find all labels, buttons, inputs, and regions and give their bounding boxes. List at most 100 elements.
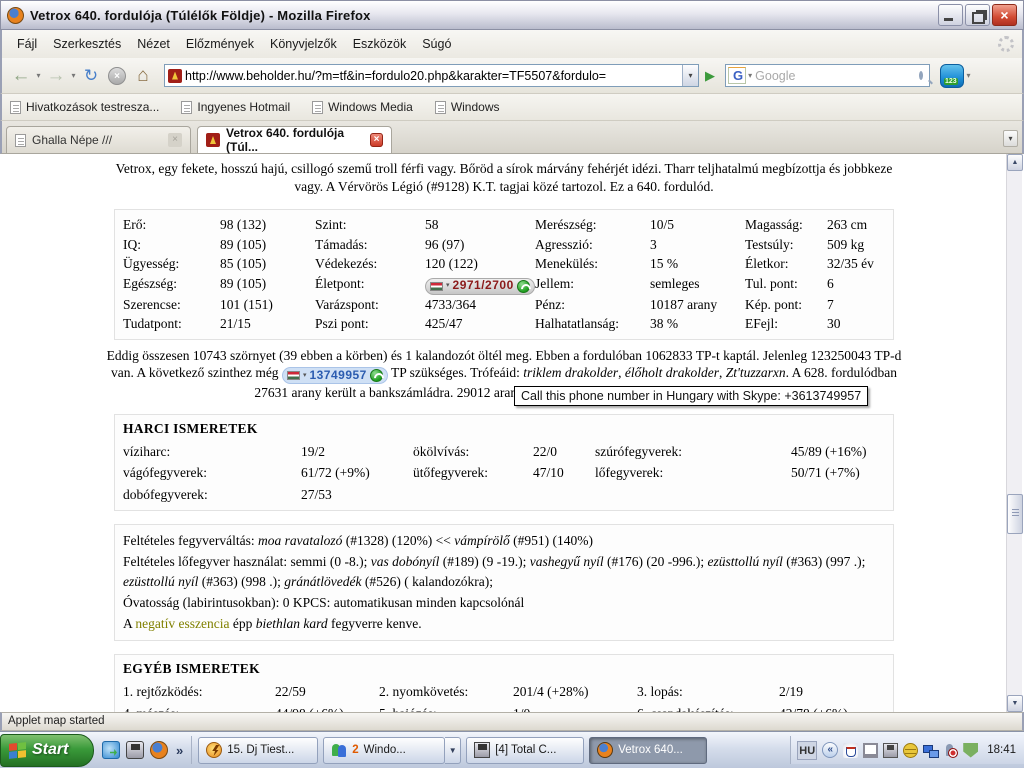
stat-value: 89 (105) <box>220 235 315 255</box>
menu-history[interactable]: Előzmények <box>179 34 261 54</box>
scroll-down-button[interactable]: ▼ <box>1007 695 1023 712</box>
minimize-button[interactable] <box>938 4 963 26</box>
menu-edit[interactable]: Szerkesztés <box>46 34 128 54</box>
status-bar: Applet map started <box>0 712 1024 731</box>
stat-label: Magasság: <box>745 215 827 235</box>
stat-value: 38 % <box>650 314 745 334</box>
skype-tooltip: Call this phone number in Hungary with S… <box>514 386 868 406</box>
home-button[interactable]: ⌂ <box>130 64 156 88</box>
menu-view[interactable]: Nézet <box>130 34 177 54</box>
task-messenger-group[interactable]: 2 Windo... <box>323 737 445 764</box>
menu-bookmarks[interactable]: Könyvjelzők <box>263 34 344 54</box>
stat-value: 120 (122) <box>425 254 535 274</box>
shield-tray-icon[interactable] <box>963 743 978 758</box>
quick-launch-overflow-icon[interactable]: » <box>174 743 185 758</box>
forward-button[interactable]: → <box>43 64 69 88</box>
globe-tray-icon[interactable] <box>903 743 918 758</box>
stat-value: 21/15 <box>220 314 315 334</box>
stats-table: Erő:98 (132) Szint:58 Merészség:10/5 Mag… <box>123 215 885 334</box>
skype-number-widget[interactable]: ▾13749957 <box>282 367 388 384</box>
skype-extension-icon[interactable] <box>940 64 964 88</box>
disk-app-icon[interactable] <box>126 741 144 759</box>
tab-vetrox-active[interactable]: Vetrox 640. fordulója (Túl... × <box>197 126 392 153</box>
tab-close-icon[interactable]: × <box>370 133 383 147</box>
task-buttons: 15. Dj Tiest... 2 Windo... ▼ [4] Total C… <box>192 737 790 764</box>
stat-label: Jellem: <box>535 274 650 295</box>
skype-call-icon[interactable] <box>370 369 383 382</box>
skill-value: 47/10 <box>533 462 595 484</box>
task-group-dropdown[interactable]: ▼ <box>445 737 461 764</box>
task-firefox-active[interactable]: Vetrox 640... <box>589 737 707 764</box>
url-input[interactable] <box>182 69 682 83</box>
window-tray-icon[interactable] <box>863 743 878 758</box>
stat-label: Pénz: <box>535 295 650 315</box>
go-button[interactable]: ▶ <box>705 68 715 84</box>
menu-file[interactable]: Fájl <box>10 34 44 54</box>
title-bar: Vetrox 640. fordulója (Túlélők Földje) -… <box>0 0 1024 30</box>
back-history-dropdown[interactable]: ▾ <box>34 71 43 80</box>
close-button[interactable]: × <box>992 4 1017 26</box>
task-total-commander[interactable]: [4] Total C... <box>466 737 584 764</box>
internet-explorer-icon[interactable] <box>102 741 120 759</box>
menu-tools[interactable]: Eszközök <box>346 34 414 54</box>
tray-collapse-icon[interactable]: « <box>822 742 838 758</box>
start-button[interactable]: Start <box>0 734 94 767</box>
skill-label: 4. mászás: <box>123 703 275 713</box>
back-button[interactable]: ← <box>8 64 34 88</box>
search-box: G ▾ <box>725 64 930 87</box>
vertical-scrollbar[interactable]: ▲ ▼ <box>1006 154 1022 712</box>
bookmark-item[interactable]: Hivatkozások testresza... <box>10 100 159 114</box>
bookmark-page-icon <box>181 101 192 114</box>
task-group-count: 2 <box>352 744 358 756</box>
stat-value: semleges <box>650 274 745 295</box>
stat-label: Pszi pont: <box>315 314 425 334</box>
bookmark-label: Hivatkozások testresza... <box>26 100 159 114</box>
bookmark-item[interactable]: Windows <box>435 100 500 114</box>
reload-button[interactable]: ↻ <box>78 64 104 88</box>
skill-label: 1. rejtőzködés: <box>123 681 275 703</box>
disk-tray-icon[interactable] <box>883 743 898 758</box>
skype-extension-dropdown[interactable]: ▾ <box>964 71 973 80</box>
skype-number-widget[interactable]: ▾ 2971/2700 <box>425 278 535 295</box>
skill-value: 201/4 (+28%) <box>513 681 637 703</box>
menu-help[interactable]: Súgó <box>415 34 458 54</box>
stat-value: 32/35 év <box>827 254 885 274</box>
hungary-flag-icon <box>287 371 300 380</box>
skype-call-icon[interactable] <box>517 280 530 293</box>
navigation-toolbar: ← ▾ → ▾ ↻ × ⌂ ▾ ▶ G ▾ ▾ <box>0 58 1024 94</box>
tab-list-dropdown[interactable]: ▾ <box>1003 130 1018 147</box>
windows-flag-icon <box>9 742 26 759</box>
network-tray-icon[interactable] <box>923 743 938 758</box>
bookmark-item[interactable]: Ingyenes Hotmail <box>181 100 290 114</box>
skill-value: 61/72 (+9%) <box>301 462 413 484</box>
restore-button[interactable] <box>965 4 990 26</box>
language-indicator[interactable]: HU <box>797 741 817 760</box>
site-favicon <box>168 69 182 83</box>
messenger-offline-tray-icon[interactable] <box>943 743 958 758</box>
search-input[interactable] <box>752 69 919 83</box>
java-tray-icon[interactable] <box>843 743 858 758</box>
google-engine-icon[interactable]: G <box>728 67 746 84</box>
skill-label: szúrófegyverek: <box>595 441 791 463</box>
stat-label: Testsúly: <box>745 235 827 255</box>
stat-value: 4733/364 <box>425 295 535 315</box>
stop-button[interactable]: × <box>108 67 126 85</box>
firefox-icon[interactable] <box>150 741 168 759</box>
forward-history-dropdown[interactable]: ▾ <box>69 71 78 80</box>
quick-launch-bar: » <box>96 736 192 764</box>
task-winamp[interactable]: 15. Dj Tiest... <box>198 737 318 764</box>
url-dropdown-button[interactable]: ▾ <box>682 65 698 86</box>
taskbar-clock: 18:41 <box>983 744 1016 756</box>
task-label: 15. Dj Tiest... <box>227 744 294 756</box>
other-skills-box: EGYÉB ISMERETEK 1. rejtőzködés:22/59 2. … <box>114 654 894 712</box>
tab-close-icon[interactable]: × <box>168 133 182 147</box>
scrollbar-thumb[interactable] <box>1007 494 1023 534</box>
tab-ghalla-nepe[interactable]: Ghalla Népe /// × <box>6 126 191 153</box>
stat-label: EFejl: <box>745 314 827 334</box>
scroll-up-button[interactable]: ▲ <box>1007 154 1023 171</box>
bookmark-item[interactable]: Windows Media <box>312 100 413 114</box>
tab-label: Ghalla Népe /// <box>32 133 112 147</box>
search-icon[interactable] <box>919 71 923 80</box>
skype-flag-dropdown[interactable]: ▾ <box>303 367 307 384</box>
skype-flag-dropdown[interactable]: ▾ <box>446 276 450 294</box>
